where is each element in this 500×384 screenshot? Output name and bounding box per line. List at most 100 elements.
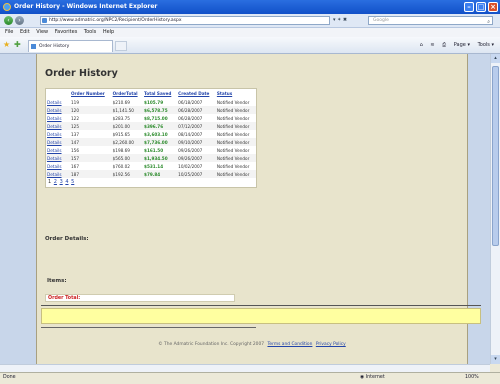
menu-file[interactable]: File <box>5 28 13 37</box>
close-button[interactable]: × <box>488 2 498 12</box>
order-number-cell: 120 <box>70 106 112 114</box>
page-link-4[interactable]: 4 <box>65 179 68 185</box>
scroll-up-icon[interactable]: ▴ <box>491 54 500 63</box>
status-cell: Notified Vendor <box>215 106 256 114</box>
address-input[interactable]: http://www.admatric.org/NPC2/Recipient/O… <box>40 16 330 25</box>
order-total-cell: $2,260.00 <box>111 138 144 146</box>
order-total-label: Order Total: <box>45 294 235 302</box>
menu-help[interactable]: Help <box>103 28 114 37</box>
page-link-3[interactable]: 3 <box>60 179 63 185</box>
search-input[interactable]: Google ⌕ <box>368 16 493 25</box>
details-link[interactable]: Details <box>46 162 70 170</box>
home-icon[interactable]: ⌂ <box>420 42 423 48</box>
details-link[interactable]: Details <box>46 154 70 162</box>
status-cell: Notified Vendor <box>216 115 250 121</box>
terms-link[interactable]: Terms and Condition <box>267 342 312 347</box>
created-date-cell: 07/12/2007 <box>177 122 216 130</box>
table-row: Details 157 $565.00 $1,934.50 09/26/2007 Noti… <box>46 154 256 162</box>
table-row: Details 156 $198.69 $161.50 09/26/2007 Notifi… <box>46 146 256 154</box>
table-row: Details 119 $210.69 $105.79 06/18/2007 Notifi… <box>46 98 256 106</box>
copyright-text: © The Admatric Foundation Inc. Copyright… <box>158 342 265 347</box>
zoom-level[interactable]: 100% <box>465 373 479 383</box>
menu-edit[interactable]: Edit <box>20 28 30 37</box>
col-header-total-saved[interactable]: Total Saved <box>143 89 177 98</box>
menu-bar: File Edit View Favorites Tools Help <box>0 28 500 37</box>
order-total-cell: $283.75 <box>112 115 130 121</box>
tab-label: Order History <box>39 44 70 49</box>
tab-order-history[interactable]: Order History <box>28 40 113 52</box>
status-cell: Notified Vendor <box>216 99 250 105</box>
status-cell: Notified Vendor <box>215 122 256 130</box>
status-cell: Notified Vendor <box>215 170 256 178</box>
scroll-thumb[interactable] <box>492 66 499 246</box>
page-menu[interactable]: Page ▾ <box>454 42 470 48</box>
page-link-1[interactable]: 1 <box>48 179 51 185</box>
scroll-down-icon[interactable]: ▾ <box>491 355 500 364</box>
window-title: Order History - Windows Internet Explore… <box>14 3 158 10</box>
back-button[interactable]: ‹ <box>4 16 13 25</box>
page-link-2[interactable]: 2 <box>54 179 57 185</box>
print-icon[interactable]: ⎙ <box>442 42 446 48</box>
order-number-cell: 167 <box>71 163 79 169</box>
refresh-stop-buttons[interactable]: ▾ ✶ ✖ <box>333 16 363 25</box>
favorites-star-icon[interactable]: ★ <box>3 40 10 50</box>
table-row: Details 147 $2,260.00 $7,736.00 09/10/2007 No… <box>46 138 256 146</box>
status-bar: Done ◉ Internet 100% <box>0 372 500 384</box>
details-link[interactable]: Details <box>46 130 70 138</box>
feeds-icon[interactable]: ≋ <box>430 42 434 48</box>
details-link[interactable]: Details <box>46 114 70 122</box>
security-zone[interactable]: ◉ Internet <box>360 373 385 383</box>
created-date-cell: 06/28/2007 <box>177 106 216 114</box>
created-date-cell: 10/02/2007 <box>178 163 203 169</box>
menu-favorites[interactable]: Favorites <box>55 28 78 37</box>
table-row: Details 122 $283.75 $8,715.00 06/28/2007 Noti… <box>46 114 256 122</box>
vertical-scrollbar[interactable]: ▴ ▾ <box>490 54 500 364</box>
add-favorite-icon[interactable]: ✚ <box>14 40 21 50</box>
details-link[interactable]: Details <box>46 106 70 114</box>
new-tab-button[interactable] <box>115 41 127 51</box>
total-saved-cell: $396.76 <box>143 122 178 130</box>
search-icon[interactable]: ⌕ <box>487 18 490 26</box>
col-header-order-total[interactable]: OrderTotal <box>112 89 143 98</box>
order-total-cell: $198.69 <box>112 147 130 153</box>
status-cell: Notified Vendor <box>215 138 256 146</box>
divider-line-short <box>41 327 256 328</box>
col-header-created-date[interactable]: Created Date <box>177 89 216 98</box>
page-body: Order History Order Number OrderTotal To… <box>36 54 481 364</box>
menu-tools[interactable]: Tools <box>84 28 96 37</box>
message-panel <box>41 308 481 324</box>
total-saved-cell: $6,578.75 <box>143 106 178 114</box>
pager: 1 2 3 4 5 <box>46 178 256 187</box>
details-link[interactable]: Details <box>46 146 70 154</box>
created-date-cell: 06/28/2007 <box>178 115 203 121</box>
tools-menu[interactable]: Tools ▾ <box>478 42 494 48</box>
tab-bar: ★ ✚ Order History ⌂ ≋ ⎙ Page ▾ Tools ▾ <box>0 37 500 54</box>
horizontal-scrollbar[interactable] <box>0 364 490 372</box>
order-number-cell: 157 <box>70 154 112 162</box>
details-link[interactable]: Details <box>46 98 70 106</box>
details-link[interactable]: Details <box>46 138 70 146</box>
order-number-cell: 125 <box>70 122 112 130</box>
order-number-cell: 137 <box>71 131 79 137</box>
title-bar: Order History - Windows Internet Explore… <box>0 0 500 14</box>
order-total-cell: $192.56 <box>111 170 144 178</box>
total-saved-cell: $1,934.50 <box>143 154 178 162</box>
total-saved-cell: $105.79 <box>144 99 164 105</box>
details-link[interactable]: Details <box>46 170 70 178</box>
details-link[interactable]: Details <box>46 122 70 130</box>
col-header-order-number[interactable]: Order Number <box>70 89 112 98</box>
col-header-status[interactable]: Status <box>216 89 256 98</box>
menu-view[interactable]: View <box>36 28 48 37</box>
privacy-link[interactable]: Privacy Policy <box>316 342 346 347</box>
page-link-5[interactable]: 5 <box>71 179 74 185</box>
status-text: Done <box>3 375 16 380</box>
order-number-cell: 156 <box>71 147 79 153</box>
minimize-button[interactable]: – <box>464 2 474 12</box>
address-url: http://www.admatric.org/NPC2/Recipient/O… <box>49 18 182 23</box>
order-number-cell: 122 <box>71 115 79 121</box>
search-placeholder: Google <box>373 18 389 23</box>
maximize-button[interactable]: □ <box>476 2 486 12</box>
created-date-cell: 09/26/2007 <box>178 147 203 153</box>
col-header-blank <box>46 89 70 98</box>
forward-button[interactable]: › <box>15 16 24 25</box>
